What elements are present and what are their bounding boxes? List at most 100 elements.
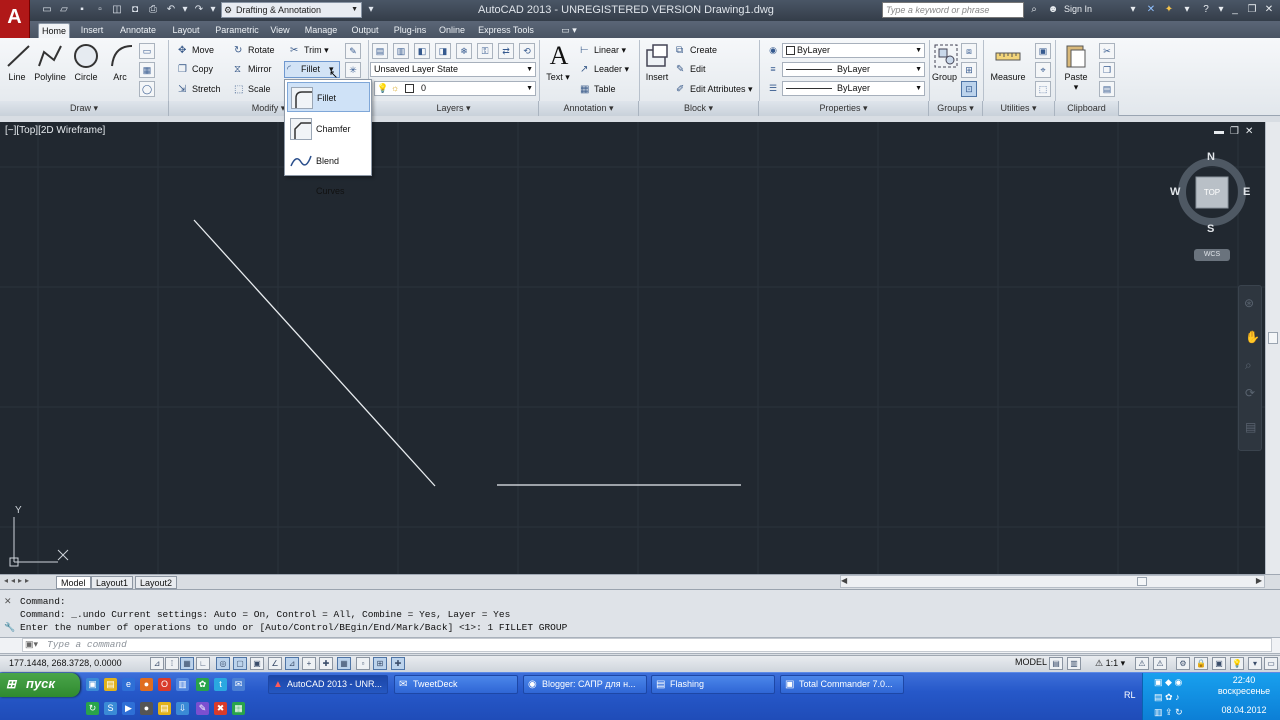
close-icon[interactable]: ✕ <box>1262 3 1276 17</box>
print-icon[interactable]: ⎙ <box>146 3 160 17</box>
tray-safe-remove-icon[interactable]: ⇪ <box>1165 707 1173 717</box>
clean-screen-icon[interactable]: ▭ <box>1264 657 1278 670</box>
customize-quick-access-icon[interactable]: ▾ <box>364 3 378 17</box>
clipboard-panel-label[interactable]: Clipboard <box>1055 101 1119 116</box>
draw-panel-label[interactable]: Draw ▾ <box>0 101 169 116</box>
pan-icon[interactable]: ✋ <box>1245 330 1260 344</box>
viewport-controls-label[interactable]: [−][Top][2D Wireframe] <box>5 125 105 136</box>
layer-off-icon[interactable]: ◧ <box>414 43 430 59</box>
paste-special-icon[interactable]: ▤ <box>1099 81 1115 97</box>
annotation-monitor-icon[interactable]: ✚ <box>391 657 405 670</box>
status-menu-icon[interactable]: ▾ <box>1248 657 1262 670</box>
tab-home[interactable]: Home <box>38 23 70 38</box>
quick-calc-icon[interactable]: ▣ <box>1035 43 1051 59</box>
trim-button[interactable]: ✂ Trim ▾ <box>288 43 329 58</box>
lock-icon[interactable]: 🔒 <box>1194 657 1208 670</box>
quicklaunch-desktop-icon[interactable]: ▣ <box>86 678 99 691</box>
quick-properties-icon[interactable]: ▫ <box>356 657 370 670</box>
redo-icon[interactable]: ↷ <box>192 3 206 17</box>
stretch-button[interactable]: ⇲ Stretch <box>176 82 221 97</box>
quick-view-layouts-icon[interactable]: ▤ <box>1049 657 1063 670</box>
system-clock[interactable]: 22:40 воскресенье 08.04.2012 <box>1210 675 1278 716</box>
selection-cycling-icon[interactable]: ⊞ <box>373 657 387 670</box>
transparency-icon[interactable]: ▦ <box>337 657 351 670</box>
annotation-panel-label[interactable]: Annotation ▾ <box>539 101 639 116</box>
annotation-visibility-icon[interactable]: ⚠ <box>1135 657 1149 670</box>
open-icon[interactable]: ▱ <box>57 3 71 17</box>
restore-icon[interactable]: ❐ <box>1245 3 1259 17</box>
tab-plug-ins[interactable]: Plug-ins <box>390 23 430 38</box>
horizontal-scrollbar[interactable]: ◀ ▶ <box>840 575 1265 588</box>
vertical-scroll-thumb[interactable] <box>1268 332 1278 344</box>
layer-properties-icon[interactable]: ▤ <box>372 43 388 59</box>
tab-insert[interactable]: Insert <box>76 23 108 38</box>
menu-item-fillet[interactable]: Fillet <box>287 82 370 112</box>
rotate-button[interactable]: ↻ Rotate <box>232 43 275 58</box>
application-menu-button[interactable]: A <box>0 0 30 38</box>
paste-button[interactable]: Paste ▾ <box>1062 42 1090 93</box>
auto-scale-icon[interactable]: ⚠ <box>1153 657 1167 670</box>
lineweight-toggle-icon[interactable]: ✚ <box>319 657 333 670</box>
quicklaunch-player-icon[interactable]: ▶ <box>122 702 135 715</box>
scale-button[interactable]: ⬚ Scale <box>232 82 271 97</box>
block-panel-label[interactable]: Block ▾ <box>639 101 759 116</box>
infer-constraints-icon[interactable]: ⊿ <box>150 657 164 670</box>
help-search-input[interactable]: Type a keyword or phrase <box>882 2 1024 18</box>
scroll-right-icon[interactable]: ▶ <box>1256 576 1262 585</box>
tray-update-icon[interactable]: ↻ <box>1175 707 1183 717</box>
redo-dropdown-icon[interactable]: ▾ <box>206 3 220 17</box>
quicklaunch-opera-icon[interactable]: O <box>158 678 171 691</box>
object-snap-icon[interactable]: ▢ <box>233 657 247 670</box>
quicklaunch-media-icon[interactable]: ● <box>140 702 153 715</box>
command-customize-icon[interactable]: 🔧 <box>4 622 15 633</box>
tab-layout[interactable]: Layout <box>168 23 204 38</box>
properties-panel-label[interactable]: Properties ▾ <box>759 101 929 116</box>
binoculars-icon[interactable]: ⌕ <box>1027 3 1041 17</box>
allow-ucs-icon[interactable]: ⊿ <box>285 657 299 670</box>
compass-e[interactable]: E <box>1243 186 1250 198</box>
layer-match-icon[interactable]: ⇄ <box>498 43 514 59</box>
color-select[interactable]: ByLayer ▼ <box>782 43 925 58</box>
compass-s[interactable]: S <box>1207 223 1214 235</box>
language-indicator[interactable]: RL <box>1124 690 1136 700</box>
copy-clip-icon[interactable]: ❐ <box>1099 62 1115 78</box>
quicklaunch-twitter-icon[interactable]: t <box>214 678 227 691</box>
new-icon[interactable]: ▭ <box>40 3 54 17</box>
quicklaunch-download-icon[interactable]: ⇩ <box>176 702 189 715</box>
layers-panel-label[interactable]: Layers ▾ <box>369 101 539 116</box>
layer-state-select[interactable]: Unsaved Layer State ▼ <box>370 62 536 77</box>
sign-in-dropdown-icon[interactable]: ▾ <box>1126 3 1140 17</box>
tab-layout1[interactable]: Layout1 <box>91 576 134 589</box>
lineweight-select[interactable]: ByLayer ▼ <box>782 62 925 77</box>
cut-icon[interactable]: ✂ <box>1099 43 1115 59</box>
help-dropdown-icon[interactable]: ▾ <box>1214 3 1228 17</box>
menu-item-chamfer[interactable]: Chamfer <box>287 114 370 144</box>
horizontal-scroll-thumb[interactable] <box>1137 577 1147 586</box>
drawing-canvas[interactable]: Y <box>0 122 1265 574</box>
polyline-button[interactable]: Polyline <box>34 42 66 82</box>
taskbar-total-commander[interactable]: ▣ Total Commander 7.0... <box>780 675 904 694</box>
quicklaunch-icq-icon[interactable]: ✿ <box>196 678 209 691</box>
tray-icons[interactable]: ▣ ◆ ◉ ▤ ✿ ♪ ▥ ⇪ ↻ <box>1154 675 1206 720</box>
tray-chat-icon[interactable]: ✿ <box>1165 692 1173 702</box>
create-block-button[interactable]: ⧉ Create <box>674 43 717 58</box>
command-input[interactable]: Type a command <box>22 638 1272 652</box>
zoom-icon[interactable]: ⌕ <box>1245 358 1252 373</box>
tab-model[interactable]: Model <box>56 576 91 589</box>
id-point-icon[interactable]: ⌖ <box>1035 62 1051 78</box>
save-as-icon[interactable]: ▫ <box>93 3 107 17</box>
tray-ati-icon[interactable]: ◆ <box>1165 677 1172 687</box>
dynamic-input-icon[interactable]: + <box>302 657 316 670</box>
tray-antivirus-icon[interactable]: ◉ <box>1174 677 1182 687</box>
quicklaunch-skype-icon[interactable]: S <box>104 702 117 715</box>
steering-wheel-icon[interactable]: ⊛ <box>1244 296 1254 310</box>
model-space-button[interactable]: MODEL <box>1015 657 1047 667</box>
tab-express-tools[interactable]: Express Tools <box>476 23 536 38</box>
arc-button[interactable]: Arc <box>108 42 133 82</box>
taskbar-flashing[interactable]: ▤ Flashing <box>651 675 775 694</box>
table-button[interactable]: ▦ Table <box>578 82 616 97</box>
quicklaunch-folder-icon[interactable]: ▤ <box>104 678 117 691</box>
quicklaunch-firefox-icon[interactable]: ● <box>140 678 153 691</box>
mirror-button[interactable]: ⧖ Mirror <box>232 62 272 77</box>
layer-lock-icon[interactable]: ⚿ <box>477 43 493 59</box>
